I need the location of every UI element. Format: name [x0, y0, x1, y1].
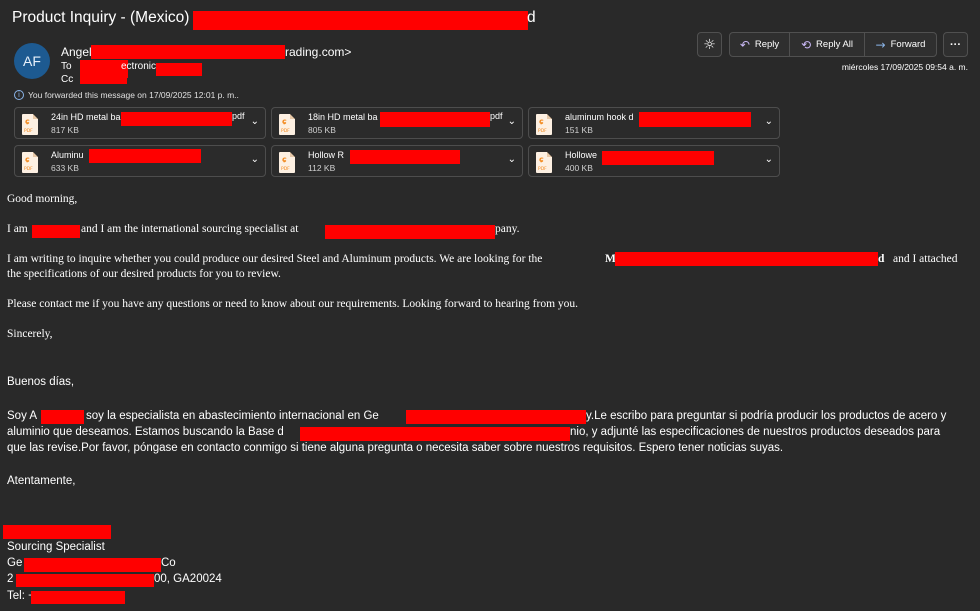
attachment-name: Aluminu: [51, 150, 84, 160]
redaction-block: [41, 410, 84, 424]
chevron-down-icon[interactable]: ⌄: [765, 116, 773, 127]
more-options-button[interactable]: ···: [943, 32, 968, 57]
attachment-size: 112 KB: [308, 163, 336, 173]
chevron-down-icon[interactable]: ⌄: [508, 154, 516, 165]
reply-icon: ↶: [739, 37, 750, 52]
redaction-block: [32, 225, 80, 238]
closing-en: Sincerely,: [7, 328, 53, 340]
forward-icon: →: [875, 37, 886, 52]
email-subject: Product Inquiry - (Mexico): [12, 9, 190, 26]
paragraph-en-2: Please contact me if you have any questi…: [7, 298, 579, 310]
attachment-name: 24in HD metal ba: [51, 112, 121, 122]
attachment-size: 151 KB: [565, 125, 593, 135]
attachment-name: 18in HD metal ba: [308, 112, 378, 122]
sender-email[interactable]: rading.com>: [285, 45, 351, 59]
paragraph-en-1-start: I am writing to inquire whether you coul…: [7, 253, 543, 265]
attachment-name-tail: pdf: [232, 111, 245, 121]
paragraph-es-line2-end: nio, y adjunté las especificaciones de n…: [570, 426, 941, 438]
attachment-size: 805 KB: [308, 125, 336, 135]
forward-notice: i You forwarded this message on 17/09/20…: [14, 90, 239, 100]
redaction-block: [91, 45, 285, 59]
chevron-down-icon[interactable]: ⌄: [508, 116, 516, 127]
attachment-size: 400 KB: [565, 163, 593, 173]
paragraph-en-1-line2: the specifications of our desired produc…: [7, 268, 281, 280]
reply-button-inner[interactable]: ↶ Reply: [730, 33, 789, 56]
redaction-block: [156, 63, 202, 76]
chevron-down-icon[interactable]: ⌄: [251, 116, 259, 127]
reply-all-label: Reply All: [816, 39, 854, 50]
pdf-icon: ɕ PDF: [536, 152, 552, 173]
chevron-down-icon[interactable]: ⌄: [251, 154, 259, 165]
pdf-icon: ɕ PDF: [279, 152, 295, 173]
redaction-block: [615, 252, 878, 266]
signature-title: Sourcing Specialist: [7, 541, 105, 553]
more-icon: ···: [950, 38, 961, 51]
reply-all-icon: ⟲: [800, 37, 812, 52]
avatar[interactable]: AF: [14, 43, 50, 79]
pdf-icon: ɕ PDF: [22, 152, 38, 173]
greeting-en: Good morning,: [7, 193, 78, 205]
redaction-block: [24, 558, 161, 572]
paragraph-en-1-bold-end: d: [878, 253, 885, 265]
sun-icon: ☼: [703, 36, 716, 53]
redaction-block: [89, 149, 201, 163]
redaction-block: [602, 151, 714, 165]
sender-name[interactable]: Angel: [61, 45, 92, 59]
chevron-down-icon[interactable]: ⌄: [765, 154, 773, 165]
redaction-block: [406, 410, 586, 424]
attachment-name: aluminum hook d: [565, 112, 634, 122]
paragraph-es-line1-end: y.Le escribo para preguntar si podría pr…: [586, 410, 947, 422]
subject-tail: d: [527, 9, 536, 26]
pdf-icon: ɕ PDF: [22, 114, 38, 135]
info-icon: i: [14, 90, 24, 100]
paragraph-es-line2-start: aluminio que deseamos. Estamos buscando …: [7, 426, 284, 438]
attachment-size: 817 KB: [51, 125, 79, 135]
intro-en-middle: and I am the international sourcing spec…: [81, 223, 299, 235]
paragraph-es-line1-middle: soy la especialista en abastecimiento in…: [86, 410, 379, 422]
attachment-name-tail: pdf: [490, 111, 503, 121]
paragraph-en-1-end: and I attached: [893, 253, 958, 265]
email-date: miércoles 17/09/2025 09:54 a. m.: [841, 62, 968, 72]
intro-en-end: pany.: [495, 223, 520, 235]
redaction-block: [350, 150, 460, 164]
redaction-block: [300, 427, 570, 441]
to-label: To: [61, 61, 72, 72]
pdf-icon: ɕ PDF: [279, 114, 295, 135]
redaction-block: [31, 591, 125, 604]
to-recipient[interactable]: ectronic: [121, 61, 156, 72]
intro-en-start: I am: [7, 223, 28, 235]
forward-notice-text: You forwarded this message on 17/09/2025…: [28, 90, 239, 100]
redaction-block: [193, 11, 528, 30]
forward-button[interactable]: → Forward: [865, 33, 936, 56]
paragraph-es-line3: que las revise.Por favor, póngase en con…: [7, 442, 784, 454]
cc-label: Cc: [61, 74, 74, 85]
redaction-block: [639, 112, 751, 127]
redaction-block: [80, 75, 127, 84]
paragraph-es-line1-start: Soy A: [7, 410, 38, 422]
attachment-size: 633 KB: [51, 163, 79, 173]
redaction-block: [121, 112, 232, 126]
redaction-block: [380, 112, 490, 127]
reply-all-button[interactable]: ⟲ Reply All: [790, 33, 864, 56]
signature-address-end: 00, GA20024: [154, 573, 222, 585]
reply-label: Reply: [754, 39, 780, 50]
signature-address-start: 2: [7, 573, 14, 585]
redaction-block: [16, 574, 154, 587]
signature-company-end: Co: [161, 557, 176, 569]
sun-button[interactable]: ☼: [697, 32, 722, 57]
redaction-block: [3, 525, 111, 539]
redaction-block: [325, 225, 495, 239]
forward-label: Forward: [890, 39, 926, 50]
pdf-icon: ɕ PDF: [536, 114, 552, 135]
signature-company-start: Ge: [7, 557, 23, 569]
closing-es: Atentamente,: [7, 475, 76, 487]
attachment-name: Hollowe: [565, 150, 598, 160]
greeting-es: Buenos días,: [7, 376, 75, 388]
attachment-name: Hollow R: [308, 150, 345, 160]
